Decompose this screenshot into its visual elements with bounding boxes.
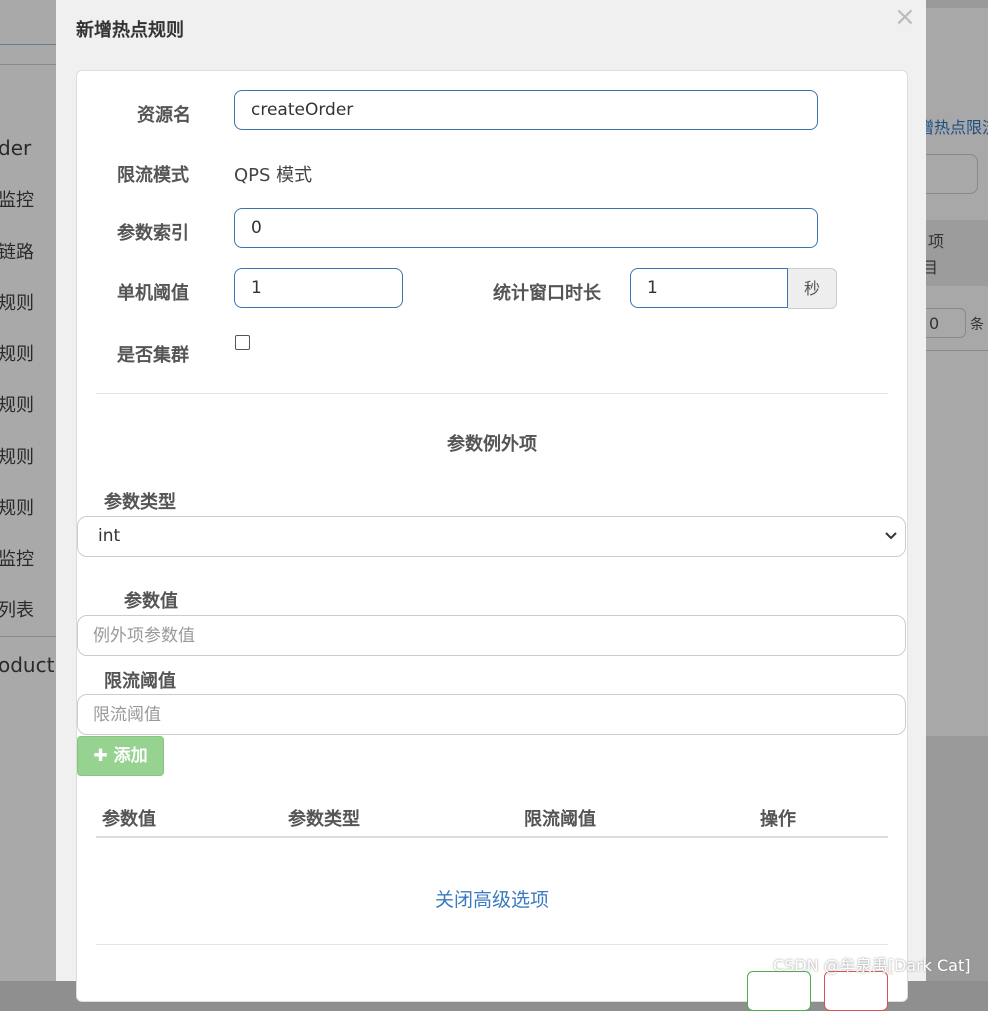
chevron-down-icon (885, 517, 897, 572)
param-type-select[interactable]: int (77, 516, 906, 557)
background-table-header: 项 目 (922, 220, 988, 286)
param-exceptions-title: 参数例外项 (447, 434, 537, 455)
background-divider (926, 350, 988, 351)
save-button[interactable] (747, 971, 811, 1011)
sidebar-item-rule-1: 规则 (0, 293, 34, 314)
sidebar-item-rule-5: 规则 (0, 498, 34, 519)
background-content: 增热点限流 项 目 0 条 (914, 0, 988, 981)
sidebar-divider (0, 64, 56, 65)
add-hotspot-rule-dialog: 新增热点规则 × 资源名 createOrder 限流模式 QPS 模式 参数索… (56, 0, 926, 1011)
limit-mode-value: QPS 模式 (234, 165, 313, 186)
background-search-field (0, 8, 56, 45)
sidebar-item-link: 链路 (0, 242, 34, 263)
param-type-selected: int (98, 526, 121, 546)
sidebar-divider (0, 636, 56, 637)
table-header-param-type: 参数类型 (288, 809, 360, 830)
background-page-unit: 条 (970, 317, 984, 333)
table-header-actions: 操作 (760, 809, 796, 830)
window-duration-label: 统计窗口时长 (493, 283, 601, 304)
table-header-limit-threshold: 限流阈值 (524, 809, 596, 830)
cluster-mode-checkbox[interactable] (235, 335, 250, 350)
sidebar-item-monitor: 监控 (0, 190, 34, 211)
param-value-label: 参数值 (124, 591, 178, 612)
add-button-label: 添加 (113, 746, 148, 766)
sidebar-item-rule-3: 规则 (0, 395, 34, 416)
close-advanced-options-link[interactable]: 关闭高级选项 (77, 885, 907, 912)
csdn-watermark: CSDN @牟泉禹[Dark Cat] (773, 956, 971, 975)
limit-threshold-label: 限流阈值 (104, 671, 176, 692)
section-divider (96, 393, 888, 394)
cancel-button[interactable] (824, 971, 888, 1011)
background-col-label: 项 (928, 232, 945, 251)
sidebar-item-rule-2: 规则 (0, 344, 34, 365)
window-duration-input[interactable]: 1 (630, 268, 788, 308)
background-sidebar: der 监控 链路 规则 规则 规则 规则 规则 监控 列表 oduct (0, 0, 56, 981)
plus-icon: ✚ (93, 746, 108, 766)
threshold-label: 单机阈值 (117, 283, 189, 304)
table-header-divider (96, 836, 888, 838)
limit-mode-label: 限流模式 (117, 165, 189, 186)
param-index-input[interactable]: 0 (234, 208, 818, 248)
footer-divider (96, 944, 888, 945)
add-exception-button[interactable]: ✚ 添加 (77, 736, 164, 776)
sidebar-item-rule-4: 规则 (0, 447, 34, 468)
window-unit-addon: 秒 (788, 268, 837, 309)
sidebar-item-machine-list: 列表 (0, 600, 34, 621)
threshold-input[interactable]: 1 (234, 268, 403, 308)
sidebar-app-name: der (0, 136, 32, 160)
param-index-label: 参数索引 (117, 223, 189, 244)
table-header-param-value: 参数值 (102, 809, 156, 830)
param-value-input[interactable] (77, 615, 906, 656)
close-icon[interactable]: × (894, 2, 916, 32)
rule-form: 资源名 createOrder 限流模式 QPS 模式 参数索引 0 单机阈值 … (76, 70, 908, 1011)
sidebar-app-name-2: oduct (0, 653, 55, 677)
sidebar-item-cluster-monitor: 监控 (0, 549, 34, 570)
resource-name-label: 资源名 (137, 105, 191, 126)
param-type-label: 参数类型 (104, 492, 176, 513)
limit-threshold-input[interactable] (77, 694, 906, 735)
dialog-title: 新增热点规则 (76, 20, 184, 41)
resource-name-input[interactable]: createOrder (234, 90, 818, 130)
cluster-mode-label: 是否集群 (117, 345, 189, 366)
background-add-hotspot-link: 增热点限流 (918, 118, 988, 137)
